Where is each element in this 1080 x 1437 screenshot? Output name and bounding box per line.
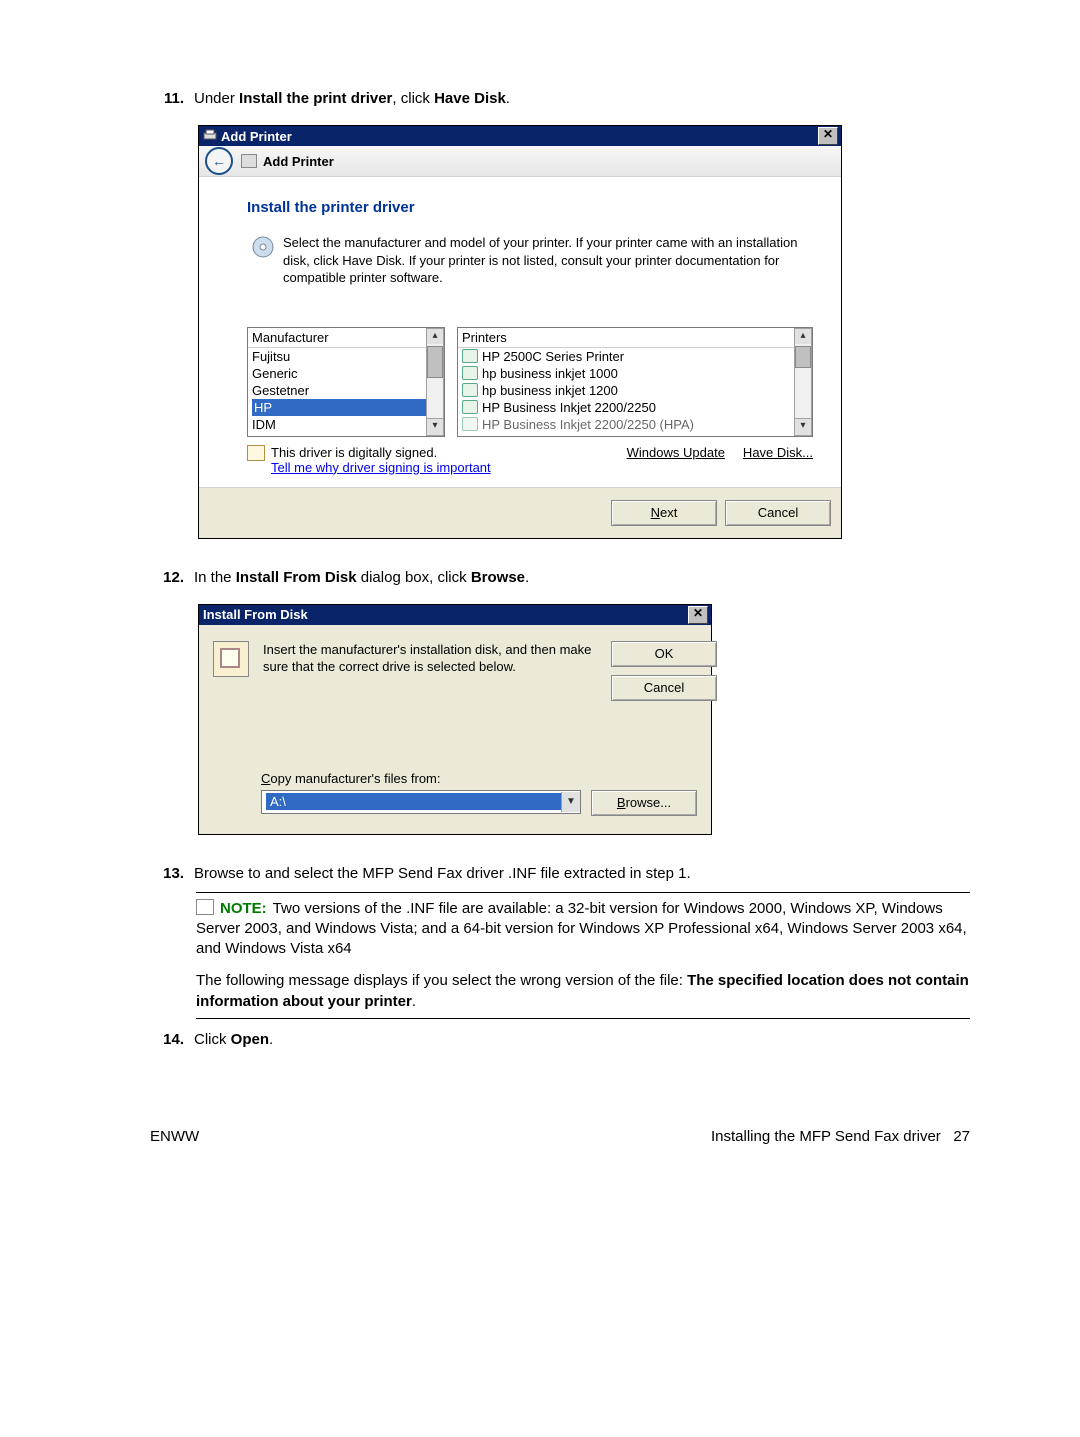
driver-signing-link[interactable]: Tell me why driver signing is important bbox=[271, 460, 609, 475]
windows-update-link[interactable]: Windows Update bbox=[627, 445, 725, 460]
step-text: In the Install From Disk dialog box, cli… bbox=[194, 569, 970, 586]
scrollbar-thumb[interactable] bbox=[795, 346, 811, 368]
note-body-2a: The following message displays if you se… bbox=[196, 972, 687, 989]
close-icon[interactable]: ✕ bbox=[688, 606, 708, 624]
note-block: NOTE:Two versions of the .INF file are a… bbox=[196, 892, 970, 1019]
titlebar: Install From Disk ✕ bbox=[199, 605, 711, 625]
close-icon[interactable]: ✕ bbox=[818, 127, 838, 145]
page-footer: ENWW Installing the MFP Send Fax driver … bbox=[150, 1128, 970, 1145]
scroll-down-button[interactable]: ▾ bbox=[426, 418, 444, 436]
breadcrumb-bar: ← Add Printer bbox=[199, 146, 841, 177]
ok-button[interactable]: OK bbox=[611, 641, 717, 667]
browse-button[interactable]: Browse... bbox=[591, 790, 697, 816]
add-printer-window: Add Printer ✕ ← Add Printer Install the … bbox=[198, 125, 842, 539]
footer-left: ENWW bbox=[150, 1128, 199, 1145]
back-button[interactable]: ← bbox=[205, 147, 233, 175]
step-number: 12. bbox=[150, 569, 194, 586]
path-combobox[interactable]: A:\ ▼ bbox=[261, 790, 581, 814]
lists-row: Manufacturer Fujitsu Generic Gestetner H… bbox=[247, 327, 813, 437]
manufacturer-header: Manufacturer bbox=[248, 328, 444, 348]
wizard-body: Install the printer driver Select the ma… bbox=[199, 177, 841, 487]
ifd-instruction: Insert the manufacturer's installation d… bbox=[263, 641, 597, 676]
step-number: 13. bbox=[150, 865, 194, 882]
printers-listbox[interactable]: Printers HP 2500C Series Printer hp busi… bbox=[457, 327, 813, 437]
list-item[interactable]: Generic bbox=[252, 365, 440, 382]
printer-icon bbox=[241, 154, 257, 168]
chevron-down-icon[interactable]: ▼ bbox=[561, 792, 580, 812]
printer-item-icon bbox=[462, 349, 478, 363]
list-item[interactable]: hp business inkjet 1200 bbox=[462, 382, 808, 399]
list-item-selected[interactable]: HP bbox=[252, 399, 440, 416]
list-item[interactable]: Gestetner bbox=[252, 382, 440, 399]
printer-item-icon bbox=[462, 366, 478, 380]
step-13: 13. Browse to and select the MFP Send Fa… bbox=[150, 865, 970, 882]
certificate-icon bbox=[247, 445, 265, 461]
list-item[interactable]: HP Business Inkjet 2200/2250 (HPA) bbox=[462, 416, 808, 433]
breadcrumb: Add Printer bbox=[263, 154, 334, 169]
step-text: Browse to and select the MFP Send Fax dr… bbox=[194, 865, 970, 882]
path-value: A:\ bbox=[266, 793, 561, 810]
wizard-heading: Install the printer driver bbox=[247, 199, 813, 216]
list-item[interactable]: Fujitsu bbox=[252, 348, 440, 365]
install-from-disk-dialog: Install From Disk ✕ Insert the manufactu… bbox=[198, 604, 712, 835]
floppy-icon bbox=[213, 641, 249, 677]
scrollbar-thumb[interactable] bbox=[427, 346, 443, 378]
step-text: Click Open. bbox=[194, 1031, 970, 1048]
signed-text: This driver is digitally signed. bbox=[271, 445, 609, 460]
instruction-text: Select the manufacturer and model of you… bbox=[283, 234, 813, 287]
list-item[interactable]: HP Business Inkjet 2200/2250 bbox=[462, 399, 808, 416]
list-item[interactable]: IDM bbox=[252, 416, 440, 433]
printer-item-icon bbox=[462, 417, 478, 431]
wizard-footer: Next Cancel bbox=[199, 487, 841, 538]
instruction-row: Select the manufacturer and model of you… bbox=[247, 234, 813, 287]
step-11: 11. Under Install the print driver, clic… bbox=[150, 90, 970, 107]
copy-from-label: Copy manufacturer's files from: bbox=[261, 771, 697, 786]
cancel-button[interactable]: Cancel bbox=[611, 675, 717, 701]
window-title: Add Printer bbox=[221, 129, 292, 144]
note-body-2c: . bbox=[412, 993, 416, 1010]
note-icon bbox=[196, 899, 214, 915]
step-number: 14. bbox=[150, 1031, 194, 1048]
disk-icon bbox=[247, 234, 283, 287]
titlebar: Add Printer ✕ bbox=[199, 126, 841, 146]
dialog-title: Install From Disk bbox=[203, 607, 308, 622]
list-item[interactable]: hp business inkjet 1000 bbox=[462, 365, 808, 382]
scroll-down-button[interactable]: ▾ bbox=[794, 418, 812, 436]
step-14: 14. Click Open. bbox=[150, 1031, 970, 1048]
printer-icon bbox=[203, 129, 217, 144]
step-text: Under Install the print driver, click Ha… bbox=[194, 90, 970, 107]
printer-item-icon bbox=[462, 400, 478, 414]
list-item[interactable]: HP 2500C Series Printer bbox=[462, 348, 808, 365]
manufacturer-listbox[interactable]: Manufacturer Fujitsu Generic Gestetner H… bbox=[247, 327, 445, 437]
printers-header: Printers bbox=[458, 328, 812, 348]
next-button[interactable]: Next bbox=[611, 500, 717, 526]
note-body-1: Two versions of the .INF file are availa… bbox=[196, 900, 967, 958]
signed-row: This driver is digitally signed. Tell me… bbox=[247, 445, 813, 475]
printer-item-icon bbox=[462, 383, 478, 397]
note-label: NOTE: bbox=[220, 900, 267, 917]
cancel-button[interactable]: Cancel bbox=[725, 500, 831, 526]
step-12: 12. In the Install From Disk dialog box,… bbox=[150, 569, 970, 586]
have-disk-link[interactable]: Have Disk... bbox=[743, 445, 813, 460]
footer-right: Installing the MFP Send Fax driver 27 bbox=[711, 1128, 970, 1145]
step-number: 11. bbox=[150, 90, 194, 107]
